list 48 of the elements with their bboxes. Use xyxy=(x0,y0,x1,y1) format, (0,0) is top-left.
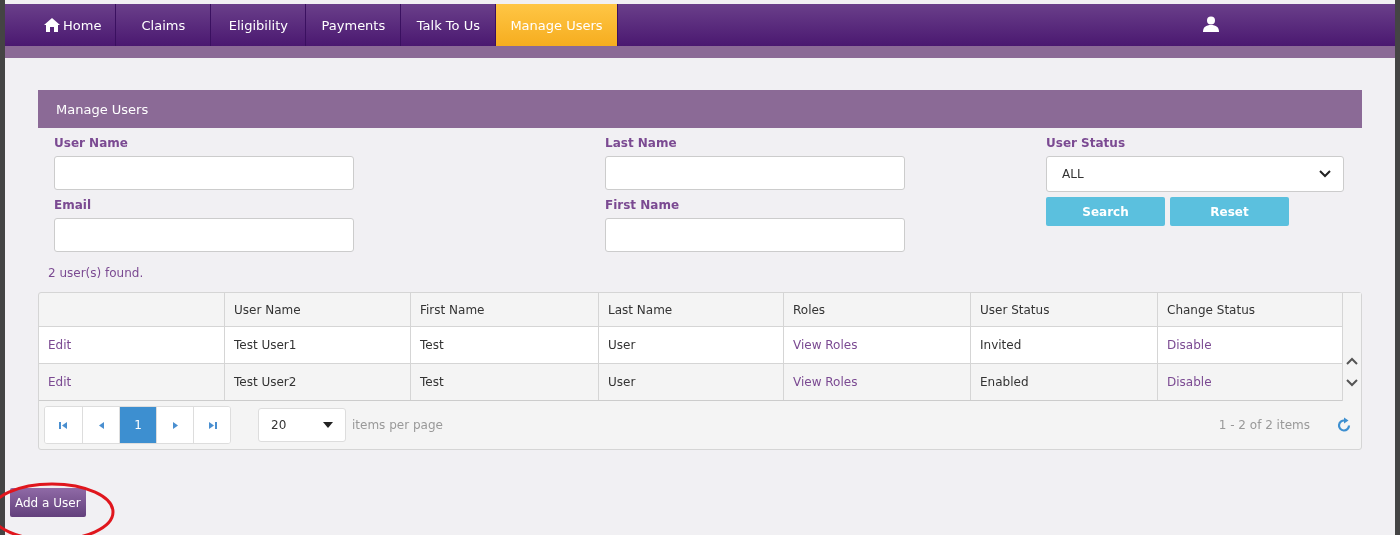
column-header: User Name xyxy=(224,293,411,327)
last-page-button[interactable] xyxy=(193,407,230,443)
page-size-dropdown[interactable]: 20 xyxy=(258,408,346,442)
first-page-icon xyxy=(59,420,68,430)
table-cell: Test User1 xyxy=(224,326,411,364)
result-count: 2 user(s) found. xyxy=(48,266,145,280)
home-icon xyxy=(44,18,60,32)
field-label: Email xyxy=(54,198,93,212)
refresh-icon[interactable] xyxy=(1336,417,1352,433)
column-header: First Name xyxy=(410,293,599,327)
table-link[interactable]: Edit xyxy=(39,363,225,401)
table-link[interactable]: View Roles xyxy=(783,363,971,401)
table-cell: Test xyxy=(410,326,599,364)
items-summary: 1 - 2 of 2 items xyxy=(1218,418,1310,432)
scroll-down-icon[interactable] xyxy=(1346,379,1358,387)
field-label: User Status xyxy=(1046,136,1127,150)
triangle-right-icon xyxy=(171,420,179,430)
page-button[interactable]: 1 xyxy=(119,407,156,443)
input-field[interactable] xyxy=(605,218,905,252)
input-field[interactable] xyxy=(54,218,354,252)
scroll-up-icon[interactable] xyxy=(1346,357,1358,365)
table-link[interactable]: Edit xyxy=(39,326,225,364)
field-label: First Name xyxy=(605,198,681,212)
table-link[interactable]: View Roles xyxy=(783,326,971,364)
add-user-button[interactable]: Add a User xyxy=(10,488,86,517)
table-cell: Enabled xyxy=(970,363,1158,401)
input-field[interactable] xyxy=(605,156,905,190)
column-header: User Status xyxy=(970,293,1158,327)
column-header: Roles xyxy=(783,293,971,327)
page-size-label: items per page xyxy=(352,418,443,432)
chevron-down-icon xyxy=(1319,170,1331,178)
table-link[interactable]: Disable xyxy=(1157,363,1342,401)
table-cell: Test User2 xyxy=(224,363,411,401)
table-cell: Invited xyxy=(970,326,1158,364)
caret-down-icon xyxy=(323,422,333,428)
last-page-icon xyxy=(207,420,217,430)
field-label: Last Name xyxy=(605,136,678,150)
column-header: Last Name xyxy=(598,293,784,327)
field-label: User Name xyxy=(54,136,129,150)
input-field[interactable] xyxy=(54,156,354,190)
table-link[interactable]: Disable xyxy=(1157,326,1342,364)
triangle-left-icon xyxy=(97,420,105,430)
table-cell: User xyxy=(598,326,784,364)
user-icon[interactable] xyxy=(1203,16,1219,32)
status-dropdown[interactable]: ALL xyxy=(1046,156,1344,192)
table-cell: User xyxy=(598,363,784,401)
table-cell: Test xyxy=(410,363,599,401)
panel-title: Manage Users xyxy=(55,101,149,117)
